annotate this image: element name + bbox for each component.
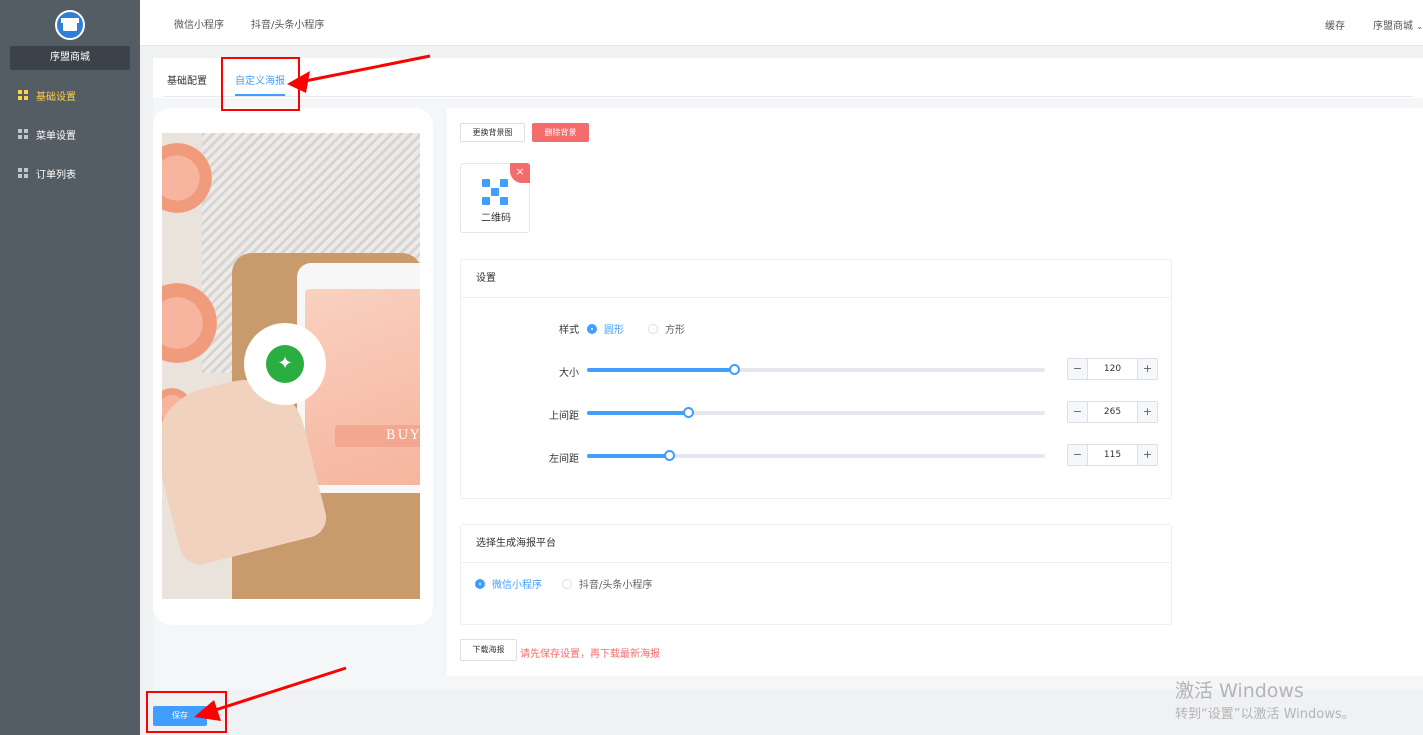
main-card: 基础配置 自定义海报 BUY ✦ 更换背景图 删除背景 二维码 × 设置 样式 …: [153, 58, 1423, 690]
top-bar: 微信小程序 抖音/头条小程序 缓存 序盟商城 ⌄: [140, 0, 1423, 46]
shop-name: 序盟商城: [10, 46, 130, 70]
windows-watermark-title: 激活 Windows: [1175, 680, 1304, 702]
poster-preview: BUY ✦: [153, 108, 433, 625]
settings-title: 设置: [461, 260, 1171, 298]
left-margin-slider[interactable]: [587, 450, 1045, 461]
size-value[interactable]: 120: [1088, 359, 1137, 379]
change-background-button[interactable]: 更换背景图: [460, 123, 525, 142]
left-margin-decrease-button[interactable]: −: [1068, 445, 1088, 465]
left-margin-value[interactable]: 115: [1088, 445, 1137, 465]
tab-custom-poster[interactable]: 自定义海报: [235, 72, 285, 87]
platform-radio-wechat[interactable]: 微信小程序: [475, 576, 542, 591]
top-margin-decrease-button[interactable]: −: [1068, 402, 1088, 422]
windows-watermark-hint: 转到“设置”以激活 Windows。: [1175, 707, 1355, 722]
store-logo-icon: [55, 10, 85, 40]
close-icon[interactable]: ×: [510, 163, 530, 183]
top-margin-value[interactable]: 265: [1088, 402, 1137, 422]
poster-image: BUY ✦: [162, 133, 420, 599]
size-stepper: − 120 +: [1067, 358, 1158, 380]
sidebar-item-order-list[interactable]: 订单列表: [0, 154, 140, 192]
left-margin-stepper: − 115 +: [1067, 444, 1158, 466]
tabs-divider: [163, 96, 1413, 97]
tab-basic-config[interactable]: 基础配置: [167, 72, 207, 87]
download-warning: 请先保存设置，再下载最新海报: [520, 649, 660, 660]
sidebar-item-label: 订单列表: [36, 169, 76, 181]
buy-text: BUY: [335, 425, 420, 447]
poster-editor: 更换背景图 删除背景 二维码 × 设置 样式 圆形 方形 大小 − 120 + …: [447, 108, 1423, 676]
style-radio-square[interactable]: 方形: [648, 321, 685, 336]
grid-icon: [18, 90, 28, 100]
sidebar: 序盟商城 基础设置 菜单设置 订单列表: [0, 0, 140, 735]
style-radio-circle[interactable]: 圆形: [587, 321, 624, 336]
sidebar-item-basic-settings[interactable]: 基础设置: [0, 76, 140, 114]
download-poster-button[interactable]: 下载海报: [460, 639, 517, 661]
platform-title: 选择生成海报平台: [461, 525, 1171, 563]
sidebar-item-menu-settings[interactable]: 菜单设置: [0, 115, 140, 153]
qr-tile-label: 二维码: [481, 213, 511, 224]
top-tab-douyin[interactable]: 抖音/头条小程序: [251, 16, 324, 31]
cache-link[interactable]: 缓存: [1325, 17, 1345, 32]
top-margin-increase-button[interactable]: +: [1137, 402, 1157, 422]
left-margin-increase-button[interactable]: +: [1137, 445, 1157, 465]
platform-panel: 选择生成海报平台 微信小程序 抖音/头条小程序: [460, 524, 1172, 625]
poster-qr-code[interactable]: ✦: [244, 323, 326, 405]
settings-panel: 设置 样式 圆形 方形 大小 − 120 + 上间距 − 265 + 左间距 −…: [460, 259, 1172, 499]
top-margin-stepper: − 265 +: [1067, 401, 1158, 423]
size-decrease-button[interactable]: −: [1068, 359, 1088, 379]
grid-icon: [18, 168, 28, 178]
sidebar-item-label: 菜单设置: [36, 130, 76, 142]
grid-icon: [18, 129, 28, 139]
left-margin-label: 左间距: [549, 454, 579, 465]
style-label: 样式: [559, 325, 579, 336]
qr-element-tile[interactable]: 二维码 ×: [460, 163, 530, 233]
user-name: 序盟商城: [1373, 21, 1413, 32]
size-increase-button[interactable]: +: [1137, 359, 1157, 379]
platform-radio-douyin[interactable]: 抖音/头条小程序: [562, 576, 652, 591]
qr-code-icon: [482, 179, 509, 206]
wechat-icon: ✦: [266, 345, 304, 383]
save-button[interactable]: 保存: [153, 706, 207, 726]
top-margin-label: 上间距: [549, 411, 579, 422]
size-slider[interactable]: [587, 364, 1045, 375]
chevron-down-icon: ⌄: [1416, 22, 1423, 31]
sidebar-item-label: 基础设置: [36, 91, 76, 103]
size-label: 大小: [559, 368, 579, 379]
top-tab-wechat[interactable]: 微信小程序: [174, 16, 224, 31]
delete-background-button[interactable]: 删除背景: [532, 123, 589, 142]
user-menu[interactable]: 序盟商城 ⌄: [1373, 17, 1423, 32]
page-tabs: 基础配置 自定义海报: [153, 58, 1423, 98]
top-margin-slider[interactable]: [587, 407, 1045, 418]
